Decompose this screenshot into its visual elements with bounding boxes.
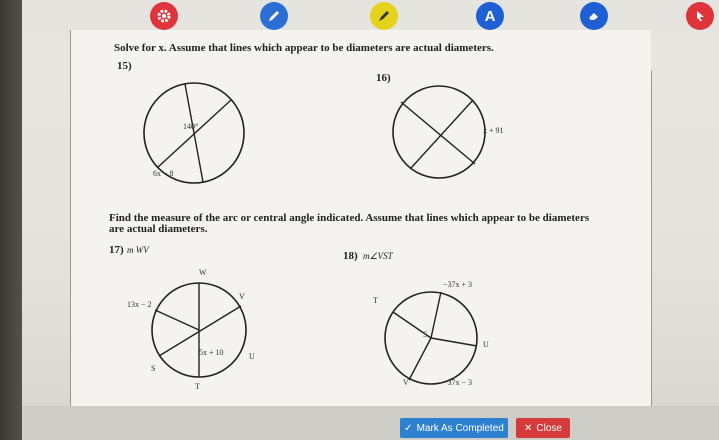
page-divider: [651, 70, 652, 430]
cursor-icon[interactable]: [686, 2, 714, 30]
mark-completed-label: Mark As Completed: [416, 422, 504, 434]
angle-label-15: 140°: [183, 122, 199, 131]
expr-label-18-top: −37x + 3: [443, 280, 473, 289]
question-17-target: m WV: [127, 245, 149, 255]
point-label-18-s: S: [423, 330, 428, 339]
gear-icon[interactable]: [150, 2, 178, 30]
point-label-18-t: T: [373, 296, 378, 305]
point-label-u: U: [249, 352, 255, 361]
check-icon: ✓: [404, 422, 413, 434]
circle-figure-18: [384, 291, 478, 385]
circle-figure-16: [392, 85, 486, 179]
close-icon: ✕: [524, 422, 533, 434]
text-icon[interactable]: A: [476, 2, 504, 30]
point-label-w: W: [199, 268, 207, 277]
instructions-find-cont: are actual diameters.: [109, 223, 208, 235]
instructions-solve: Solve for x. Assume that lines which app…: [114, 42, 494, 54]
close-label: Close: [536, 422, 562, 434]
point-label-18-v: V: [403, 378, 409, 387]
expr-label-17-left: 13x − 2: [127, 300, 152, 309]
expr-label-15: 6x − 8: [153, 169, 174, 178]
expr-label-18-bottom: −37x − 3: [443, 378, 473, 387]
question-17-number: 17): [109, 244, 124, 256]
point-label-v: V: [239, 292, 245, 301]
expr-label-16: x + 91: [483, 126, 504, 135]
question-18-target: m∠VST: [363, 251, 393, 261]
eraser-icon[interactable]: [580, 2, 608, 30]
close-button[interactable]: ✕ Close: [516, 418, 570, 438]
point-label-s: S: [151, 364, 156, 373]
pencil-icon[interactable]: [260, 2, 288, 30]
point-label-18-u: U: [483, 340, 489, 349]
question-15-number: 15): [117, 60, 132, 72]
point-label-t: T: [195, 382, 200, 391]
worksheet-page: Solve for x. Assume that lines which app…: [70, 30, 652, 430]
circle-figure-17: [151, 282, 247, 378]
highlighter-icon[interactable]: [370, 2, 398, 30]
mark-completed-button[interactable]: ✓ Mark As Completed: [400, 418, 508, 438]
bottom-bar: [22, 406, 719, 440]
question-18-number: 18): [343, 250, 358, 262]
expr-label-17-center: 5x + 10: [199, 348, 224, 357]
